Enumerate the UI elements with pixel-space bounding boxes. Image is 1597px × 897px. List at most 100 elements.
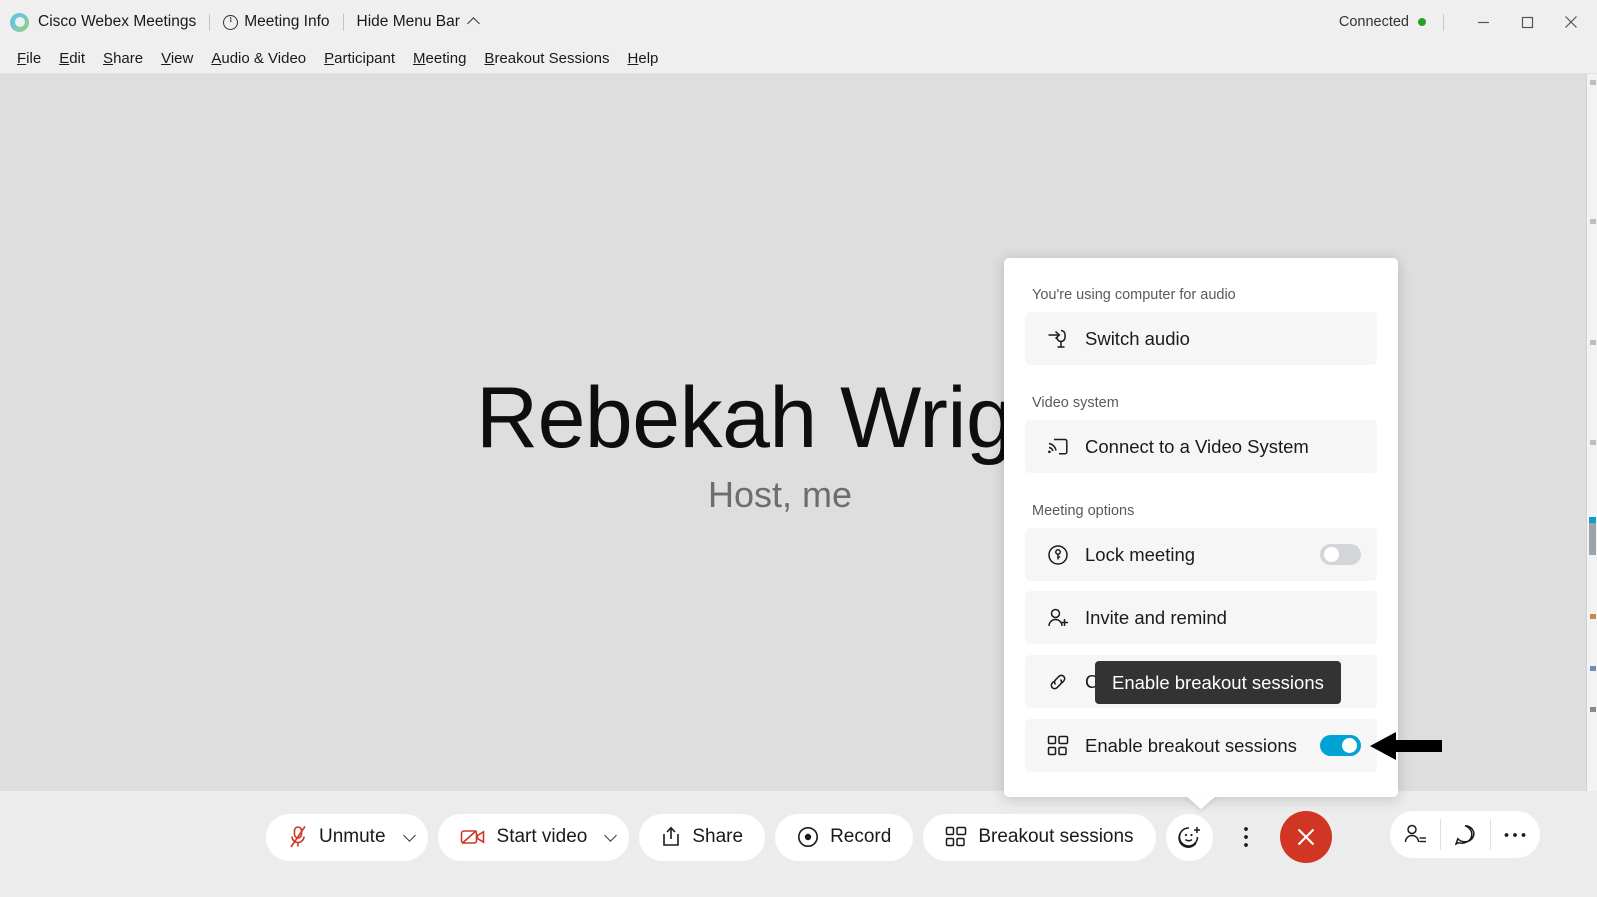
start-video-button[interactable]: Start video bbox=[437, 813, 630, 861]
menu-item-breakout-sessions[interactable]: Breakout Sessions bbox=[475, 44, 618, 74]
unmute-button[interactable]: Unmute bbox=[266, 813, 428, 861]
sliver-artifact bbox=[1590, 80, 1596, 85]
meeting-info-label: Meeting Info bbox=[244, 13, 330, 30]
chevron-down-icon[interactable] bbox=[604, 828, 618, 842]
toggle-knob bbox=[1342, 738, 1357, 753]
lock-meeting-toggle[interactable] bbox=[1320, 544, 1361, 565]
enable-breakout-sessions-label: Enable breakout sessions bbox=[1085, 734, 1297, 756]
info-circle-icon bbox=[223, 13, 239, 30]
minimize-button[interactable] bbox=[1461, 0, 1505, 44]
breakout-grid-icon bbox=[1047, 735, 1071, 757]
lock-meeting-icon bbox=[1047, 544, 1071, 566]
popup-pointer-triangle bbox=[1186, 796, 1216, 809]
panel-controls bbox=[1390, 811, 1540, 858]
menu-item-audio-video[interactable]: Audio & Video bbox=[202, 44, 315, 74]
maximize-icon bbox=[1521, 16, 1533, 28]
chat-bubble-icon bbox=[1454, 824, 1475, 845]
chevron-up-icon bbox=[467, 16, 480, 30]
menu-item-view[interactable]: View bbox=[152, 44, 202, 74]
invite-and-remind-label: Invite and remind bbox=[1085, 606, 1227, 628]
menu-bar: File Edit Share View Audio & Video Parti… bbox=[0, 44, 1597, 74]
pointer-arrow-icon bbox=[1370, 732, 1442, 760]
breakout-sessions-label: Breakout sessions bbox=[978, 826, 1134, 847]
record-circle-icon bbox=[797, 826, 819, 848]
sliver-artifact bbox=[1590, 666, 1596, 671]
start-video-label: Start video bbox=[496, 826, 588, 847]
sliver-artifact bbox=[1590, 219, 1596, 224]
reactions-button[interactable] bbox=[1165, 813, 1213, 861]
invite-and-remind-row[interactable]: Invite and remind bbox=[1025, 591, 1377, 644]
title-divider-3 bbox=[1443, 13, 1444, 31]
meeting-info-button[interactable]: Meeting Info bbox=[223, 13, 330, 31]
participants-icon bbox=[1404, 824, 1426, 842]
sliver-artifact bbox=[1590, 707, 1596, 712]
breakout-sessions-tooltip: Enable breakout sessions bbox=[1095, 661, 1341, 704]
connection-status-dot-icon bbox=[1418, 18, 1426, 26]
breakout-grid-icon bbox=[945, 826, 967, 848]
connect-video-system-row[interactable]: Connect to a Video System bbox=[1025, 420, 1377, 473]
maximize-button[interactable] bbox=[1505, 0, 1549, 44]
enable-breakout-sessions-toggle[interactable] bbox=[1320, 735, 1361, 756]
microphone-muted-icon bbox=[288, 825, 308, 849]
sliver-artifact bbox=[1590, 614, 1596, 619]
smiley-plus-icon bbox=[1178, 827, 1201, 848]
hide-menu-bar-label: Hide Menu Bar bbox=[356, 13, 460, 30]
close-icon bbox=[1565, 16, 1577, 28]
unmute-label: Unmute bbox=[319, 826, 386, 847]
section-label-audio: You're using computer for audio bbox=[1032, 287, 1236, 303]
menu-item-participant[interactable]: Participant bbox=[315, 44, 404, 74]
record-button[interactable]: Record bbox=[775, 813, 914, 861]
meeting-controls-toolbar: Unmute Start video Share Record Breakout… bbox=[0, 791, 1597, 897]
minimize-icon bbox=[1477, 21, 1489, 23]
switch-audio-icon bbox=[1047, 328, 1071, 350]
primary-controls: Unmute Start video Share Record Breakout… bbox=[266, 811, 1332, 863]
toggle-knob bbox=[1324, 547, 1339, 562]
link-chain-icon bbox=[1047, 671, 1071, 693]
webex-meeting-window: Cisco Webex Meetings Meeting Info Hide M… bbox=[0, 0, 1597, 897]
close-icon bbox=[1297, 828, 1314, 846]
sliver-artifact bbox=[1590, 440, 1596, 445]
record-label: Record bbox=[830, 826, 892, 847]
share-button[interactable]: Share bbox=[639, 813, 766, 861]
connection-status-label: Connected bbox=[1338, 14, 1409, 30]
menu-item-file[interactable]: File bbox=[8, 44, 50, 74]
invite-person-icon bbox=[1047, 607, 1071, 629]
webex-logo-icon bbox=[10, 12, 29, 32]
cast-screen-icon bbox=[1047, 437, 1071, 457]
switch-audio-row[interactable]: Switch audio bbox=[1025, 312, 1377, 365]
camera-off-icon bbox=[460, 827, 486, 847]
more-vertical-icon bbox=[1244, 827, 1248, 847]
title-bar-left: Cisco Webex Meetings Meeting Info Hide M… bbox=[0, 12, 480, 32]
menu-item-edit[interactable]: Edit bbox=[50, 44, 94, 74]
participants-button[interactable] bbox=[1390, 811, 1440, 858]
lock-meeting-row[interactable]: Lock meeting bbox=[1025, 528, 1377, 581]
enable-breakout-sessions-row[interactable]: Enable breakout sessions bbox=[1025, 719, 1377, 772]
app-title: Cisco Webex Meetings bbox=[38, 13, 197, 30]
hide-menu-bar-button[interactable]: Hide Menu Bar bbox=[356, 13, 480, 31]
title-bar: Cisco Webex Meetings Meeting Info Hide M… bbox=[0, 0, 1597, 44]
share-label: Share bbox=[692, 826, 744, 847]
menu-item-meeting[interactable]: Meeting bbox=[404, 44, 475, 74]
audio-video-options-popup: You're using computer for audio Switch a… bbox=[1004, 258, 1398, 797]
connect-video-system-label: Connect to a Video System bbox=[1085, 435, 1309, 457]
close-window-button[interactable] bbox=[1549, 0, 1593, 44]
lock-meeting-label: Lock meeting bbox=[1085, 543, 1196, 565]
chat-button[interactable] bbox=[1440, 811, 1490, 858]
leave-meeting-button[interactable] bbox=[1279, 811, 1332, 863]
sliver-artifact bbox=[1589, 517, 1596, 555]
share-upload-icon bbox=[661, 826, 681, 848]
breakout-sessions-button[interactable]: Breakout sessions bbox=[923, 813, 1156, 861]
sliver-artifact bbox=[1590, 340, 1596, 345]
chevron-down-icon[interactable] bbox=[402, 828, 416, 842]
menu-item-help[interactable]: Help bbox=[619, 44, 668, 74]
section-label-meeting-options: Meeting options bbox=[1032, 503, 1135, 519]
more-panels-button[interactable] bbox=[1490, 811, 1540, 858]
background-window-sliver bbox=[1586, 74, 1597, 791]
more-horizontal-icon bbox=[1504, 832, 1526, 837]
title-divider-2 bbox=[342, 13, 344, 31]
menu-item-share[interactable]: Share bbox=[94, 44, 152, 74]
section-label-video-system: Video system bbox=[1032, 395, 1119, 411]
tooltip-text: Enable breakout sessions bbox=[1112, 671, 1324, 693]
title-bar-right: Connected bbox=[1339, 0, 1597, 44]
more-options-button[interactable] bbox=[1223, 814, 1270, 861]
